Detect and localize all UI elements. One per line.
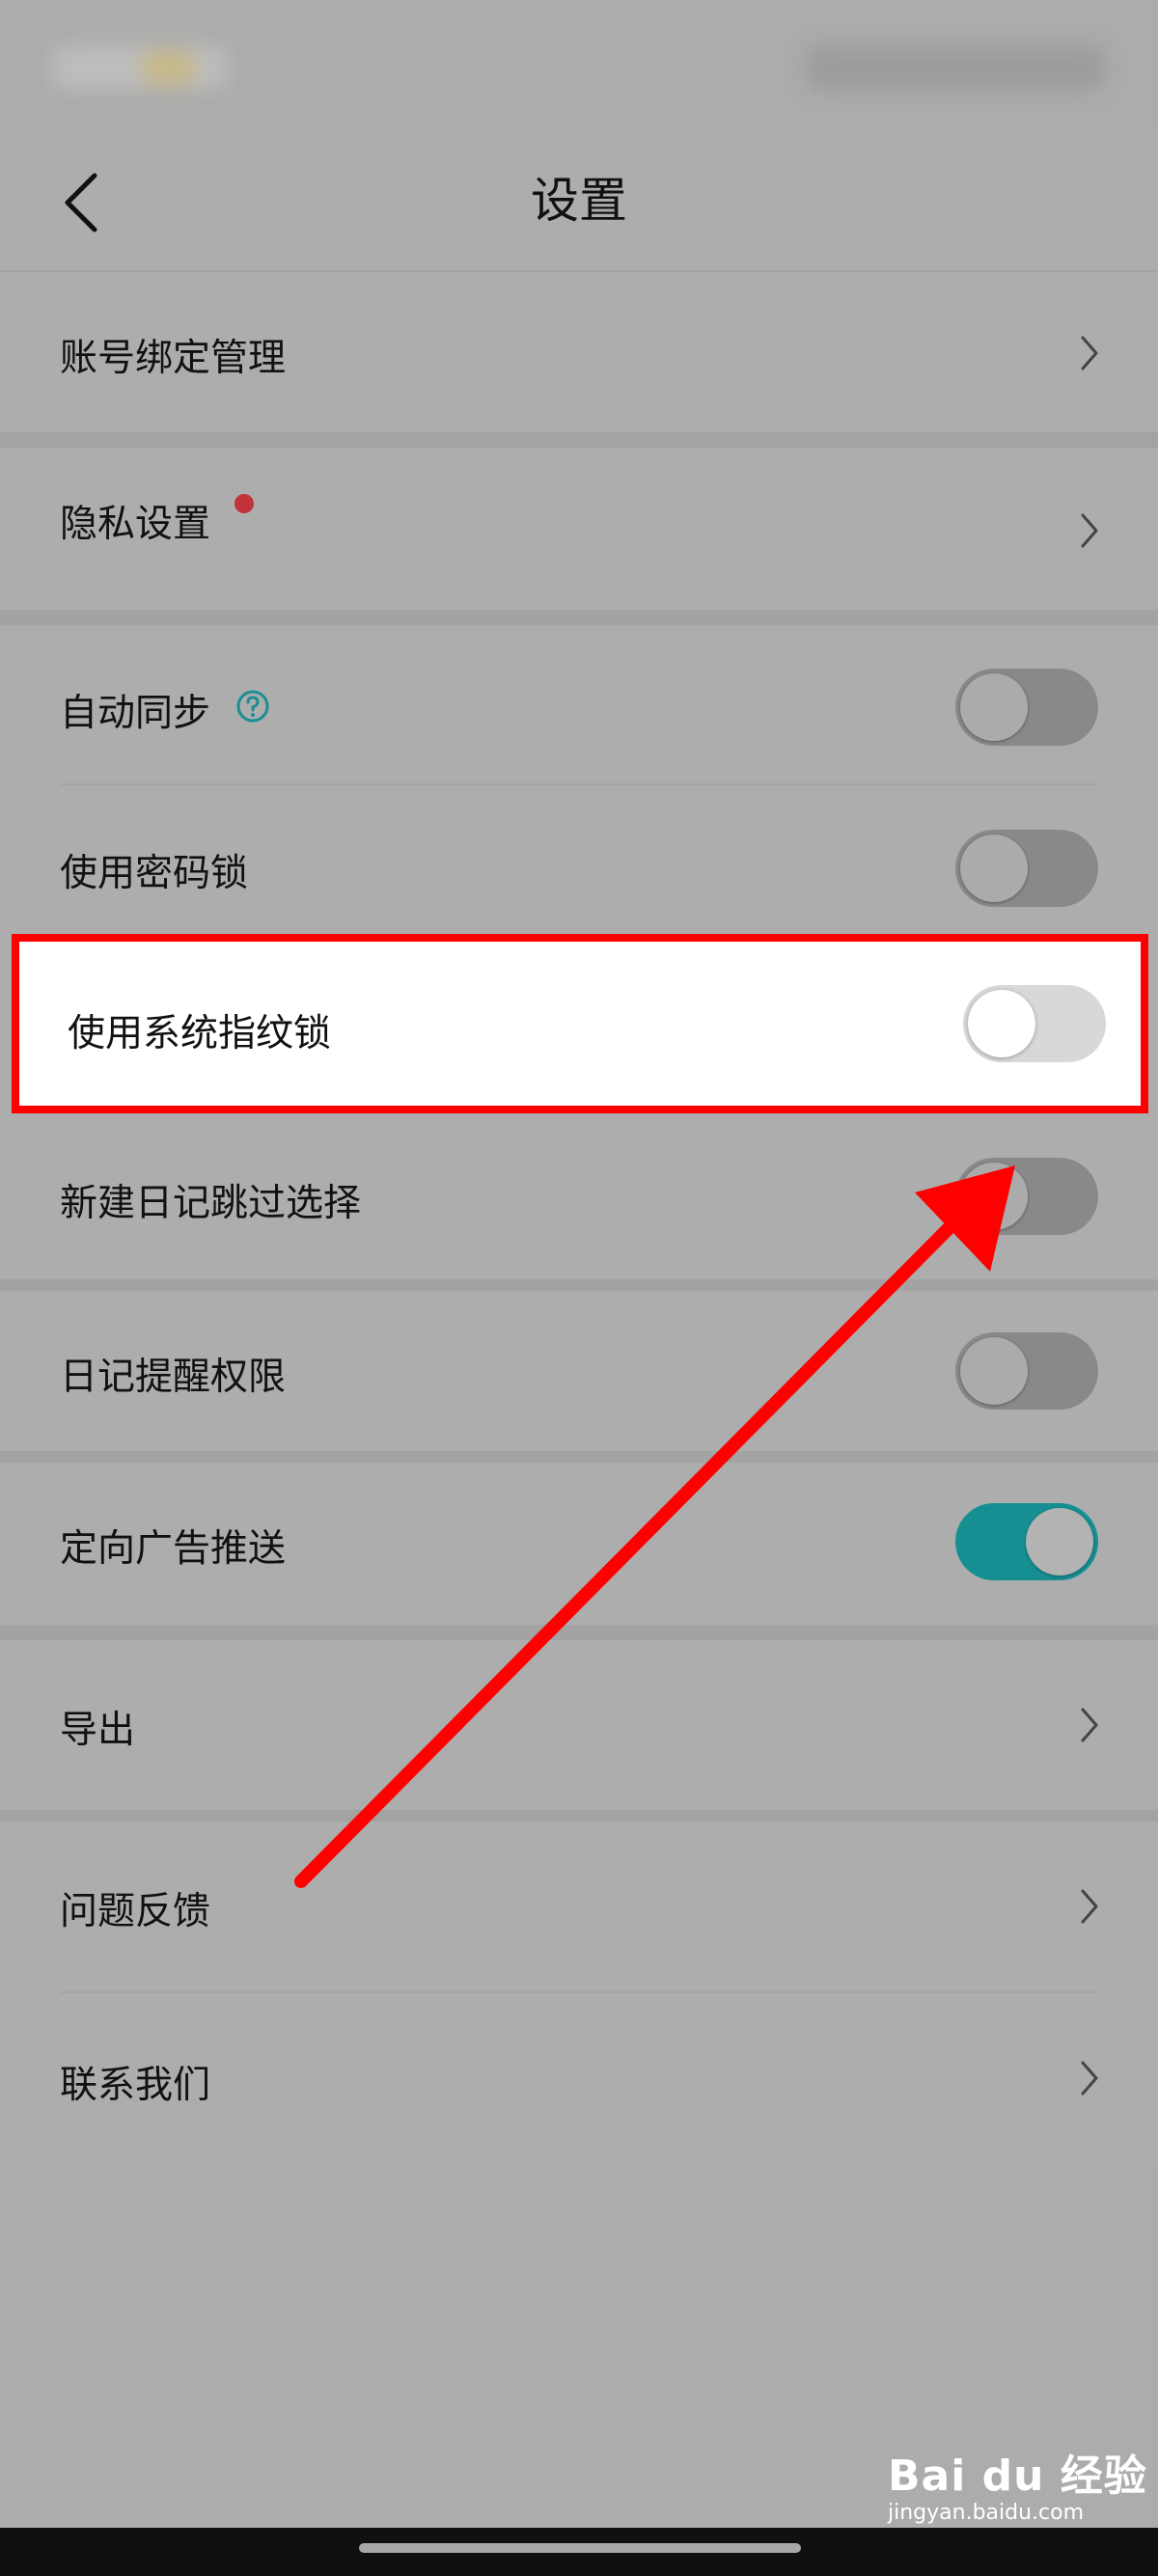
- arrow-annotation: [294, 1165, 1015, 1888]
- watermark-brand: Bai du 经验: [888, 2452, 1147, 2501]
- baidu-watermark: Bai du 经验 jingyan.baidu.com: [888, 2441, 1147, 2525]
- watermark-url: jingyan.baidu.com: [888, 2501, 1085, 2525]
- home-indicator[interactable]: [359, 2543, 801, 2553]
- gesture-nav-bar: [0, 2528, 1158, 2576]
